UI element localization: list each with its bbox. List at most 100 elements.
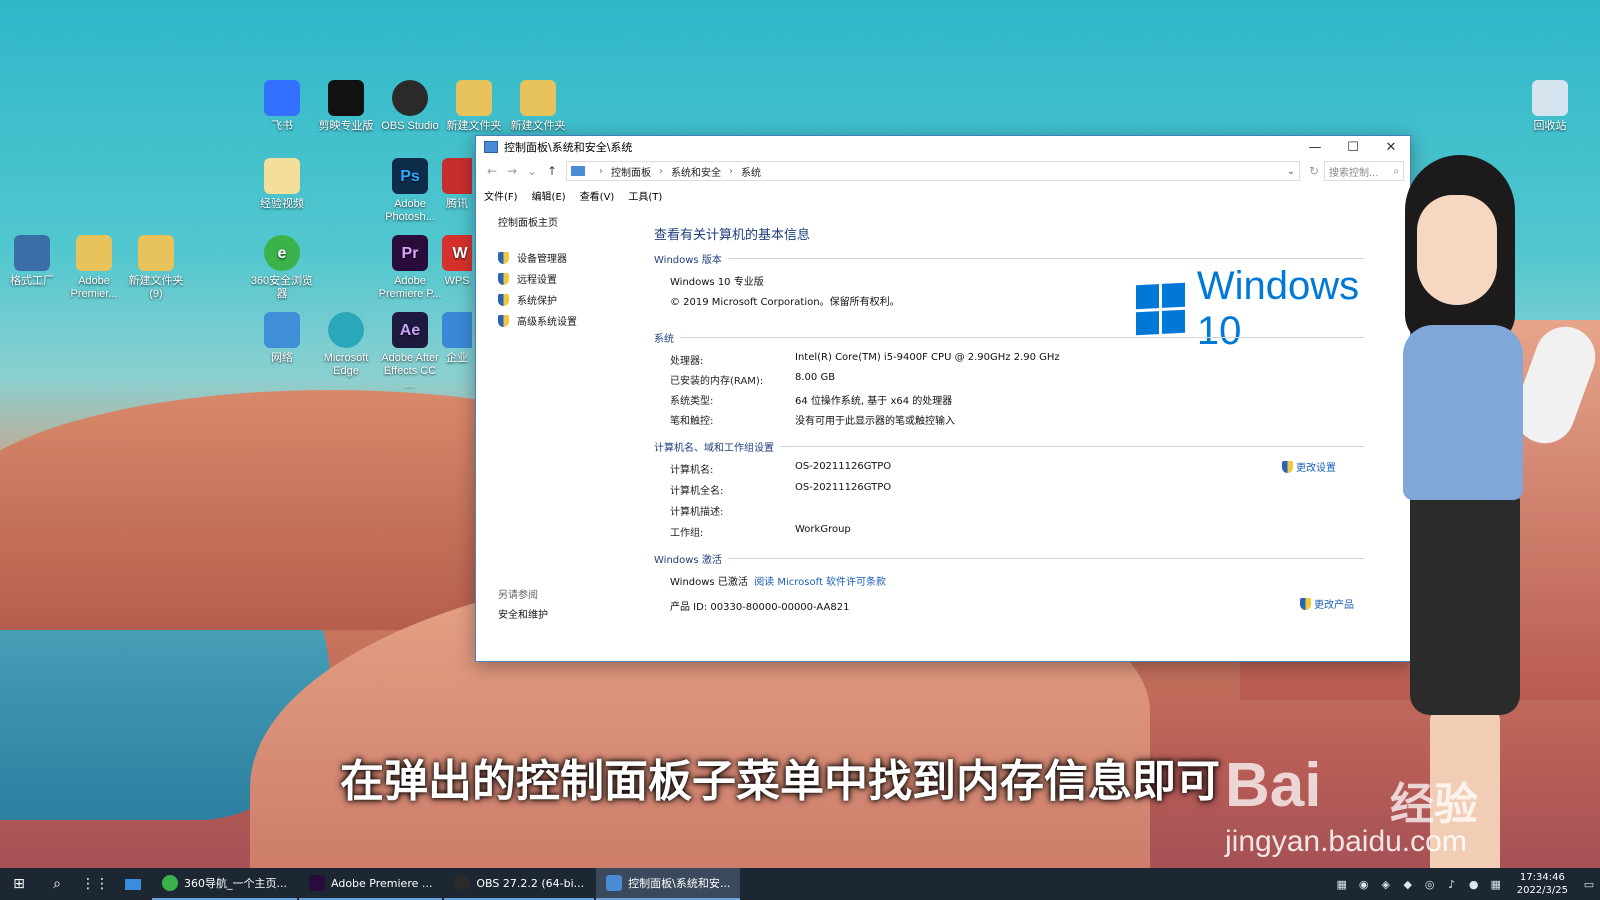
computer-icon [571,166,585,176]
folder-icon [456,80,492,116]
computer-row-description: 计算机描述: [670,507,724,518]
windows-flag-icon [1136,282,1185,336]
taskbar-app-obs[interactable]: OBS 27.2.2 (64-bi... [444,868,595,900]
edge-icon [328,312,364,348]
clock[interactable]: 17:34:46 2022/3/25 [1507,871,1578,897]
jianying-icon [328,80,364,116]
desktop-icon-feishu[interactable]: 飞书 [250,80,314,133]
recent-locations-icon[interactable]: ⌄ [522,164,542,178]
address-bar[interactable]: › 控制面板 › 系统和安全 › 系统 ⌄ [566,161,1300,181]
control-panel-icon [606,875,623,891]
breadcrumb-control-panel[interactable]: 控制面板 [611,164,651,179]
main-pane: 查看有关计算机的基本信息 Windows 版本 Windows 10 专业版 ©… [654,206,1410,661]
advanced-system-settings-link[interactable]: 高级系统设置 [498,310,654,331]
breadcrumb-system[interactable]: 系统 [741,164,761,179]
desktop-icon-enterprise[interactable]: 企业 [442,312,472,365]
tray-app-icon[interactable]: ◉ [1355,875,1373,893]
device-manager-link[interactable]: 设备管理器 [498,247,654,268]
volume-icon[interactable]: ♪ [1443,875,1461,893]
control-panel-window: 控制面板\系统和安全\系统 — ☐ ✕ ← → ⌄ ↑ › 控制面板 › 系统和… [475,135,1411,662]
chevron-right-icon: › [599,165,603,177]
desktop-icon-video[interactable]: 经验视频 [250,158,314,211]
license-terms-link[interactable]: 阅读 Microsoft 软件许可条款 [754,577,886,588]
desktop-icon-tencent[interactable]: 腾讯 [442,158,472,211]
network-icon[interactable]: ◆ [1399,875,1417,893]
folder-icon [76,235,112,271]
input-method-icon[interactable]: ▦ [1333,875,1351,893]
page-title: 查看有关计算机的基本信息 [654,228,811,243]
control-panel-home-link[interactable]: 控制面板主页 [498,214,654,229]
section-activation-header: Windows 激活 [654,551,1364,566]
window-title: 控制面板\系统和安全\系统 [504,141,633,154]
search-icon[interactable]: ⌕ [38,868,76,900]
video-subtitle: 在弹出的控制面板子菜单中找到内存信息即可 [340,756,1220,807]
baidu-watermark-url: jingyan.baidu.com [1225,825,1467,858]
desktop-icon-network[interactable]: 网络 [250,312,314,365]
feishu-icon [264,80,300,116]
maximize-button[interactable]: ☐ [1334,136,1372,158]
tray-app-icon[interactable]: ◎ [1421,875,1439,893]
shield-icon [1300,597,1311,610]
desktop-icon-premiere-folder[interactable]: Adobe Premier... [62,235,126,301]
desktop-icon-edge[interactable]: Microsoft Edge [314,312,378,378]
security-maintenance-link[interactable]: 安全和维护 [498,606,548,621]
system-protection-link[interactable]: 系统保护 [498,289,654,310]
breadcrumb-system-security[interactable]: 系统和安全 [671,164,721,179]
minimize-button[interactable]: — [1296,136,1334,158]
chevron-down-icon[interactable]: ⌄ [1287,166,1295,177]
desktop-icon[interactable] [114,868,152,900]
computer-row-name: 计算机名: OS-20211126GTPO [670,461,892,476]
window-titlebar[interactable]: 控制面板\系统和安全\系统 — ☐ ✕ [476,136,1410,158]
desktop-icon-photoshop[interactable]: Ps Adobe Photosh... [378,158,442,224]
keyboard-icon[interactable]: ▦ [1487,875,1505,893]
notification-icon[interactable]: ▭ [1580,875,1598,893]
desktop-icon-obs[interactable]: OBS Studio [378,80,442,133]
after-effects-icon: Ae [392,312,428,348]
tencent-icon [442,158,472,194]
taskbar-app-360[interactable]: 360导航_一个主页... [152,868,297,900]
desktop-icon-wps[interactable]: W WPS [442,235,472,288]
shield-icon [1282,460,1293,473]
apps-grid-icon[interactable]: ⋮⋮ [76,868,114,900]
baidu-watermark-jingyan: 经验 [1390,779,1478,830]
menu-edit[interactable]: 编辑(E) [532,188,566,203]
back-icon[interactable]: ← [482,164,502,178]
desktop-icon-360-browser[interactable]: e 360安全浏览器 [250,235,314,301]
taskbar-app-control-panel[interactable]: 控制面板\系统和安... [596,868,741,900]
menu-file[interactable]: 文件(F) [484,188,518,203]
desktop-icon-premiere[interactable]: Pr Adobe Premiere P... [378,235,442,301]
desktop-icon-after-effects[interactable]: Ae Adobe After Effects CC ... [378,312,442,391]
edition-text: Windows 10 专业版 [670,277,764,288]
tray-app-icon[interactable]: ◈ [1377,875,1395,893]
change-product-key-link[interactable]: 更改产品 [1300,596,1354,611]
browser-360-icon: e [264,235,300,271]
wps-icon: W [442,235,472,271]
see-also-label: 另请参阅 [498,590,538,601]
desktop-icon-format-factory[interactable]: 格式工厂 [0,235,64,288]
obs-icon [392,80,428,116]
desktop-icon-folder-9[interactable]: 新建文件夹 (9) [124,235,188,301]
change-settings-link[interactable]: 更改设置 [1282,459,1336,474]
shield-icon [498,293,509,306]
tray-app-icon[interactable]: ● [1465,875,1483,893]
refresh-icon[interactable]: ↻ [1304,164,1324,178]
start-button[interactable]: ⊞ [0,868,38,900]
taskbar-app-premiere[interactable]: Adobe Premiere ... [299,868,443,900]
desktop-icon-jianying[interactable]: 剪映专业版 [314,80,378,133]
up-icon[interactable]: ↑ [542,164,562,178]
menu-view[interactable]: 查看(V) [580,188,615,203]
remote-settings-link[interactable]: 远程设置 [498,268,654,289]
desktop-icon-recycle-bin[interactable]: 回收站 [1518,80,1582,133]
folder-icon [520,80,556,116]
menu-tools[interactable]: 工具(T) [628,188,662,203]
product-id: 产品 ID: 00330-80000-00000-AA821 [670,602,850,613]
shield-icon [498,251,509,264]
forward-icon[interactable]: → [502,164,522,178]
recycle-bin-icon [1532,80,1568,116]
network-icon [264,312,300,348]
shield-icon [498,314,509,327]
baidu-watermark-logo: Bai [1225,751,1322,820]
desktop-icon-folder[interactable]: 新建文件夹 [506,80,570,133]
premiere-icon [309,875,325,891]
desktop-icon-folder[interactable]: 新建文件夹 [442,80,506,133]
